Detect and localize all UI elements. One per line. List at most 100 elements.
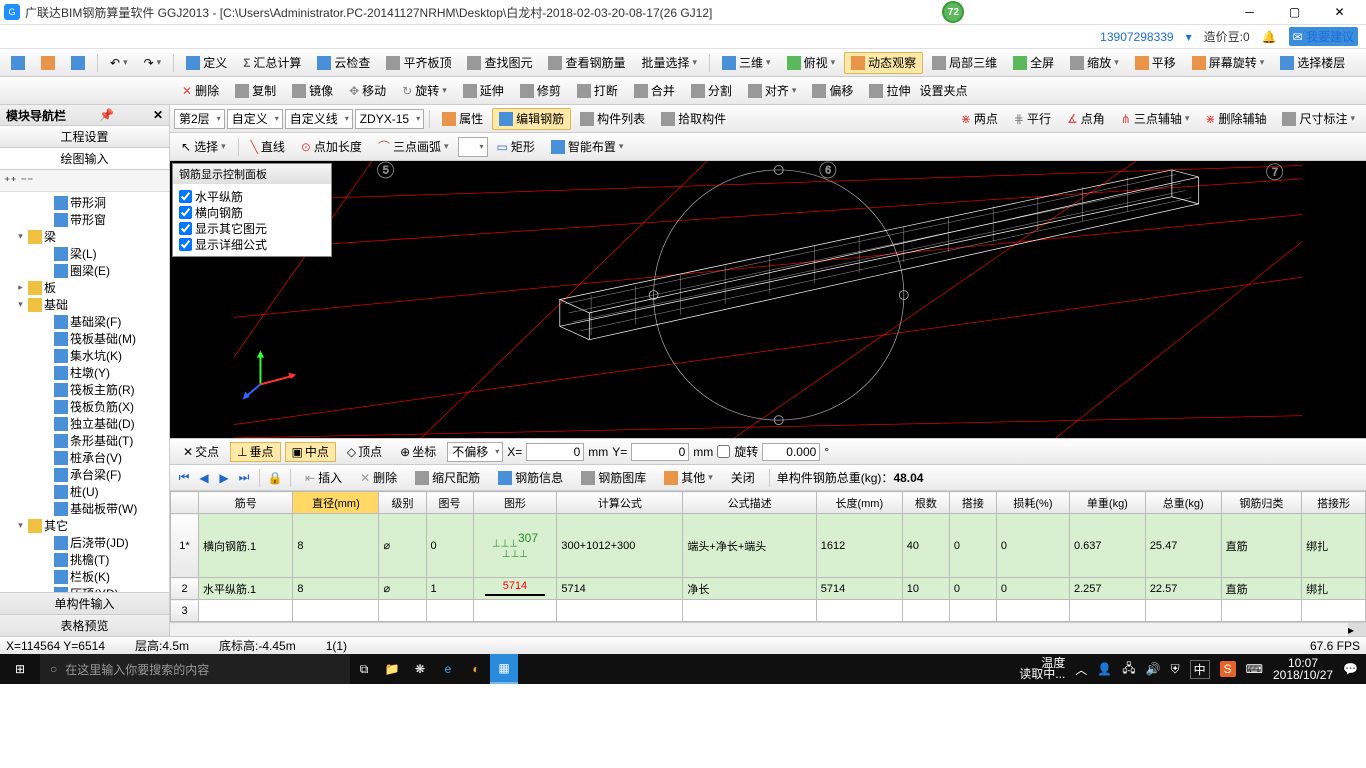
feedback-badge[interactable]: ✉ 我要建议	[1289, 27, 1358, 46]
cell[interactable]: 1612	[816, 514, 902, 578]
tree-item[interactable]: 带形窗	[2, 211, 167, 228]
tree-item[interactable]: 挑檐(T)	[2, 551, 167, 568]
cell[interactable]	[1069, 600, 1145, 622]
cell[interactable]: 2	[171, 578, 199, 600]
zoom-button[interactable]: 缩放▾	[1063, 52, 1126, 74]
cell[interactable]	[683, 600, 816, 622]
tree[interactable]: 带形洞带形窗▾梁梁(L)圈梁(E)▸板▾基础基础梁(F)筏板基础(M)集水坑(K…	[0, 192, 169, 592]
attr-button[interactable]: 属性	[435, 108, 490, 130]
tree-item[interactable]: ▾梁	[2, 228, 167, 245]
tray-notif-icon[interactable]: 💬	[1343, 662, 1358, 676]
tree-item[interactable]: 基础梁(F)	[2, 313, 167, 330]
fullscreen-button[interactable]: 全屏	[1006, 52, 1061, 74]
viewport[interactable]: 5 6 7	[170, 161, 1366, 438]
arc-opt-combo[interactable]	[458, 137, 488, 157]
col-header[interactable]: 直径(mm)	[293, 492, 379, 514]
move-button[interactable]: ✥移动	[342, 80, 393, 102]
smart-layout-button[interactable]: 智能布置▾	[544, 136, 631, 158]
tree-item[interactable]: 柱墩(Y)	[2, 364, 167, 381]
x-input[interactable]	[526, 443, 584, 461]
nav-first[interactable]: ⏮	[176, 470, 192, 486]
batch-select-button[interactable]: 批量选择▾	[634, 52, 704, 74]
custom-combo[interactable]: 自定义	[227, 109, 283, 129]
select-button[interactable]: ↖选择▾	[174, 136, 233, 158]
cell[interactable]: 8	[293, 514, 379, 578]
screen-rotate-button[interactable]: 屏幕旋转▾	[1185, 52, 1272, 74]
tree-item[interactable]: 桩(U)	[2, 483, 167, 500]
cell[interactable]: 3	[171, 600, 199, 622]
customline-combo[interactable]: 自定义线	[285, 109, 353, 129]
col-header[interactable]: 搭接形	[1302, 492, 1366, 514]
cell[interactable]: 5714	[557, 578, 683, 600]
cell[interactable]	[199, 600, 293, 622]
cell[interactable]	[996, 600, 1069, 622]
minimize-button[interactable]: ─	[1227, 1, 1272, 23]
cell[interactable]: 水平纵筋.1	[199, 578, 293, 600]
find-element-button[interactable]: 查找图元	[460, 52, 539, 74]
task-app1-icon[interactable]: ❋	[406, 654, 434, 684]
taskbar-search[interactable]: ○ 在这里输入你要搜索的内容	[40, 654, 350, 684]
tree-item[interactable]: 筏板负筋(X)	[2, 398, 167, 415]
cell[interactable]	[902, 600, 949, 622]
col-header[interactable]: 搭接	[949, 492, 996, 514]
col-header[interactable]: 筋号	[199, 492, 293, 514]
cell[interactable]: 0	[949, 514, 996, 578]
task-app2-icon[interactable]: ◐	[462, 654, 490, 684]
tree-item[interactable]: 带形洞	[2, 194, 167, 211]
snap-set-button[interactable]: 设置夹点	[919, 82, 967, 99]
cell[interactable]: 0	[996, 514, 1069, 578]
redo-button[interactable]: ↷▾	[137, 52, 169, 74]
tray-sogou-icon[interactable]: S	[1220, 661, 1236, 677]
tray-people-icon[interactable]: 👤	[1097, 662, 1112, 676]
cell[interactable]: 1*	[171, 514, 199, 578]
pin-icon[interactable]: 📌	[99, 108, 114, 122]
tree-item[interactable]: 后浇带(JD)	[2, 534, 167, 551]
close-editor-button[interactable]: 关闭	[724, 467, 762, 489]
bell-icon[interactable]: 🔔	[1262, 30, 1277, 44]
rebar-info-button[interactable]: 钢筋信息	[491, 467, 570, 489]
collapse-icon[interactable]: ⁻⁻	[21, 174, 34, 188]
snap-cross[interactable]: ✕ 交点	[176, 442, 226, 462]
tree-item[interactable]: ▾基础	[2, 296, 167, 313]
rebar-lib-button[interactable]: 钢筋图库	[574, 467, 653, 489]
other-button[interactable]: 其他▾	[657, 467, 720, 489]
stretch-button[interactable]: 拉伸	[862, 80, 917, 102]
viewport-canvas[interactable]: 5 6 7	[170, 161, 1366, 438]
close-button[interactable]: ✕	[1317, 1, 1362, 23]
flat-top-button[interactable]: 平齐板顶	[379, 52, 458, 74]
col-header[interactable]: 图形	[473, 492, 557, 514]
cell[interactable]	[1221, 600, 1301, 622]
new-button[interactable]	[4, 52, 32, 74]
col-header[interactable]: 钢筋归类	[1221, 492, 1301, 514]
snap-mid[interactable]: ▣ 中点	[285, 442, 336, 462]
cell[interactable]: 22.57	[1145, 578, 1221, 600]
task-folder-icon[interactable]: 📁	[378, 654, 406, 684]
cell[interactable]: 绑扎	[1302, 578, 1366, 600]
local-3d-button[interactable]: 局部三维	[925, 52, 1004, 74]
cell[interactable]: 直筋	[1221, 514, 1301, 578]
save-button[interactable]	[64, 52, 92, 74]
cell[interactable]: 绑扎	[1302, 514, 1366, 578]
weather-widget[interactable]: 温度读取中...	[1019, 658, 1065, 680]
col-header[interactable]: 长度(mm)	[816, 492, 902, 514]
tab-draw-input[interactable]: 绘图输入	[0, 148, 169, 170]
merge-button[interactable]: 合并	[627, 80, 682, 102]
addlen-button[interactable]: ⊙点加长度	[294, 136, 369, 158]
nav-lock[interactable]: 🔒	[267, 470, 283, 486]
tray-ime-icon[interactable]: 中	[1190, 660, 1210, 679]
mirror-button[interactable]: 镜像	[285, 80, 340, 102]
cell[interactable]: 直筋	[1221, 578, 1301, 600]
tree-item[interactable]: ▸板	[2, 279, 167, 296]
cell[interactable]: 2.257	[1069, 578, 1145, 600]
task-ggj-icon[interactable]: ▦	[490, 654, 518, 684]
cell[interactable]: 25.47	[1145, 514, 1221, 578]
tray-up-icon[interactable]: ︿	[1075, 661, 1087, 678]
cell[interactable]: ⌀	[379, 514, 426, 578]
insert-row-button[interactable]: ⇤插入	[298, 467, 349, 489]
define-button[interactable]: 定义	[179, 52, 234, 74]
tree-item[interactable]: 梁(L)	[2, 245, 167, 262]
user-phone[interactable]: 13907298339	[1100, 30, 1173, 44]
cell[interactable]	[1302, 600, 1366, 622]
select-floor-button[interactable]: 选择楼层	[1273, 52, 1352, 74]
cell[interactable]	[816, 600, 902, 622]
